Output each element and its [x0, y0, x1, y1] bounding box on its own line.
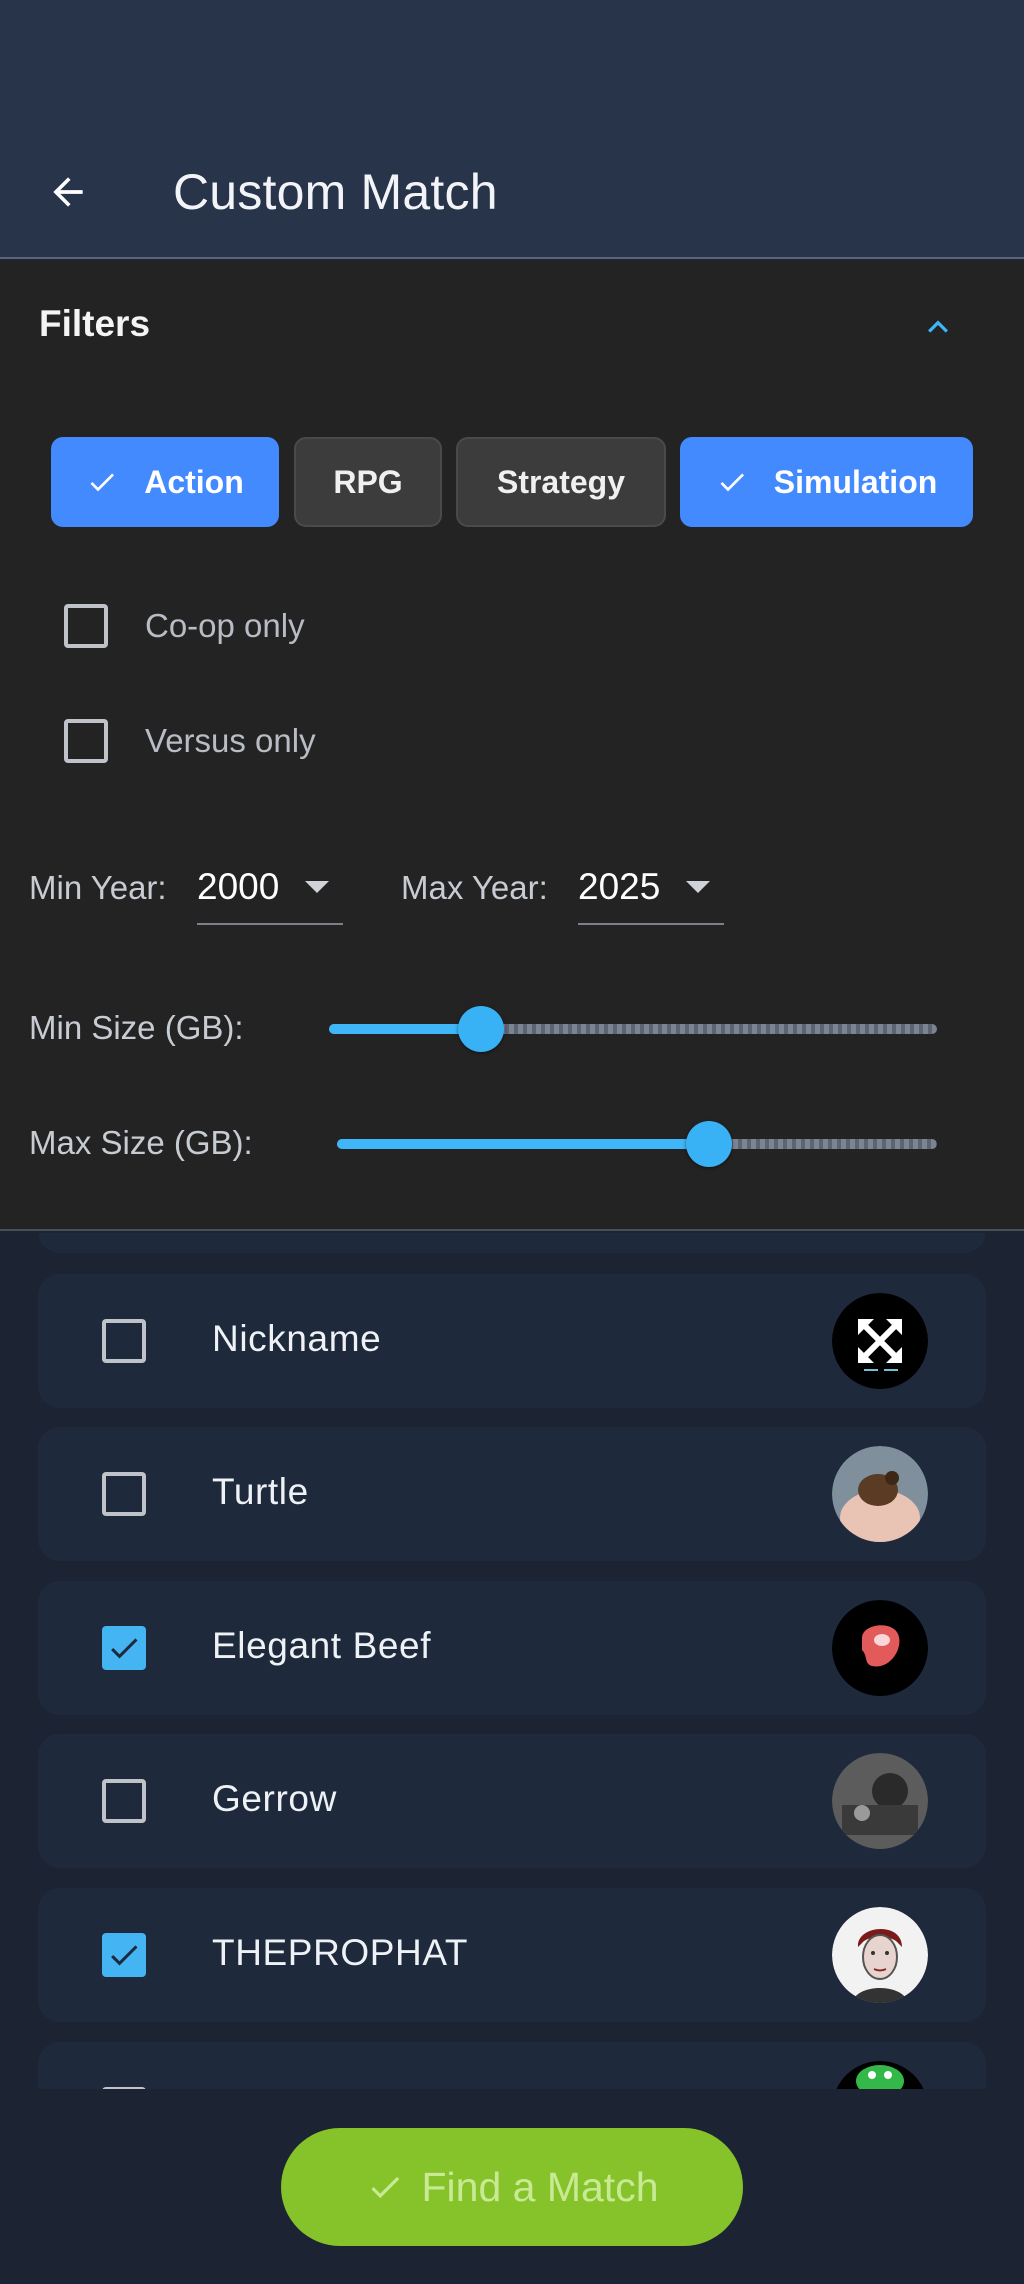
- filters-panel: Filters Action RPG Strategy Simulation C…: [0, 261, 1024, 1231]
- player-checkbox[interactable]: [102, 1626, 146, 1670]
- list-item[interactable]: [38, 1233, 986, 1253]
- min-size-row: Min Size (GB):: [29, 999, 1009, 1059]
- max-size-row: Max Size (GB):: [29, 1114, 1009, 1174]
- player-checkbox[interactable]: [102, 1319, 146, 1363]
- min-year-label: Min Year:: [29, 869, 167, 906]
- player-checkbox[interactable]: [102, 2087, 146, 2089]
- min-size-slider-thumb[interactable]: [458, 1006, 504, 1052]
- filters-title: Filters: [39, 303, 151, 344]
- player-name: Nickname: [212, 1318, 382, 1359]
- list-item[interactable]: THEPROPHAT: [38, 1888, 986, 2022]
- check-icon: [370, 2176, 399, 2199]
- player-checkbox[interactable]: [102, 1472, 146, 1516]
- list-item[interactable]: Turtle: [38, 1427, 986, 1561]
- turtle-photo-avatar: [832, 1446, 928, 1542]
- chip-label: RPG: [333, 463, 403, 500]
- player-list[interactable]: Nickname Turtle Elegant Beef Gerrow THEP…: [0, 1233, 1024, 2089]
- back-button[interactable]: [36, 160, 100, 224]
- versus-only-label: Versus only: [145, 722, 316, 759]
- max-year-dropdown[interactable]: 2025: [578, 851, 724, 925]
- chip-rpg[interactable]: RPG: [294, 437, 442, 527]
- max-size-slider[interactable]: [337, 1139, 937, 1149]
- chip-simulation[interactable]: Simulation: [680, 437, 973, 527]
- player-name: Turtle: [212, 1471, 309, 1512]
- min-year-dropdown[interactable]: 2000: [197, 851, 343, 925]
- expand-arrows-avatar: [832, 1293, 928, 1389]
- max-size-slider-thumb[interactable]: [686, 1121, 732, 1167]
- dino-avatar: [832, 2061, 928, 2089]
- year-range: Min Year: 2000 Max Year: 2025: [29, 851, 1009, 931]
- check-icon: [86, 466, 118, 498]
- chip-label: Strategy: [496, 463, 626, 500]
- player-checkbox[interactable]: [102, 1933, 146, 1977]
- coop-only-option[interactable]: Co-op only: [64, 596, 305, 656]
- chip-action[interactable]: Action: [51, 437, 279, 527]
- steak-avatar: [832, 1600, 928, 1696]
- max-size-slider-fill: [337, 1139, 709, 1149]
- app-bar: Custom Match: [0, 0, 1024, 259]
- versus-only-option[interactable]: Versus only: [64, 711, 316, 771]
- chip-strategy[interactable]: Strategy: [456, 437, 666, 527]
- min-year-value: 2000: [197, 866, 280, 907]
- player-name: Gerrow: [212, 1778, 337, 1819]
- chip-label: Action: [144, 463, 244, 500]
- find-match-label: Find a Match: [421, 2163, 659, 2210]
- collapse-filters-button[interactable]: [908, 297, 968, 357]
- list-item[interactable]: Elegant Beef: [38, 1581, 986, 1715]
- filters-header[interactable]: Filters: [0, 261, 1024, 391]
- check-icon: [111, 1638, 138, 1659]
- coop-only-checkbox[interactable]: [64, 604, 108, 648]
- find-match-button[interactable]: Find a Match: [281, 2128, 743, 2246]
- list-item[interactable]: [38, 2042, 986, 2089]
- caret-down-icon: [686, 881, 710, 893]
- player-checkbox[interactable]: [102, 1779, 146, 1823]
- max-size-label: Max Size (GB):: [29, 1124, 253, 1161]
- list-item[interactable]: Gerrow: [38, 1734, 986, 1868]
- player-name: THEPROPHAT: [212, 1932, 469, 1973]
- max-year-label: Max Year:: [401, 869, 548, 906]
- max-year-value: 2025: [578, 866, 661, 907]
- page-title: Custom Match: [173, 164, 498, 220]
- min-size-slider[interactable]: [329, 1024, 937, 1034]
- portrait-sketch-avatar: [832, 1907, 928, 2003]
- min-size-label: Min Size (GB):: [29, 1009, 244, 1046]
- chip-label: Simulation: [773, 463, 938, 500]
- arrow-left-icon: [53, 177, 83, 207]
- list-item[interactable]: Nickname: [38, 1274, 986, 1408]
- versus-only-checkbox[interactable]: [64, 719, 108, 763]
- caret-down-icon: [305, 881, 329, 893]
- coop-only-label: Co-op only: [145, 607, 305, 644]
- check-icon: [111, 1945, 138, 1966]
- player-name: Elegant Beef: [212, 1625, 432, 1666]
- chevron-up-icon: [928, 320, 948, 333]
- check-icon: [716, 466, 748, 498]
- grayscale-photo-avatar: [832, 1753, 928, 1849]
